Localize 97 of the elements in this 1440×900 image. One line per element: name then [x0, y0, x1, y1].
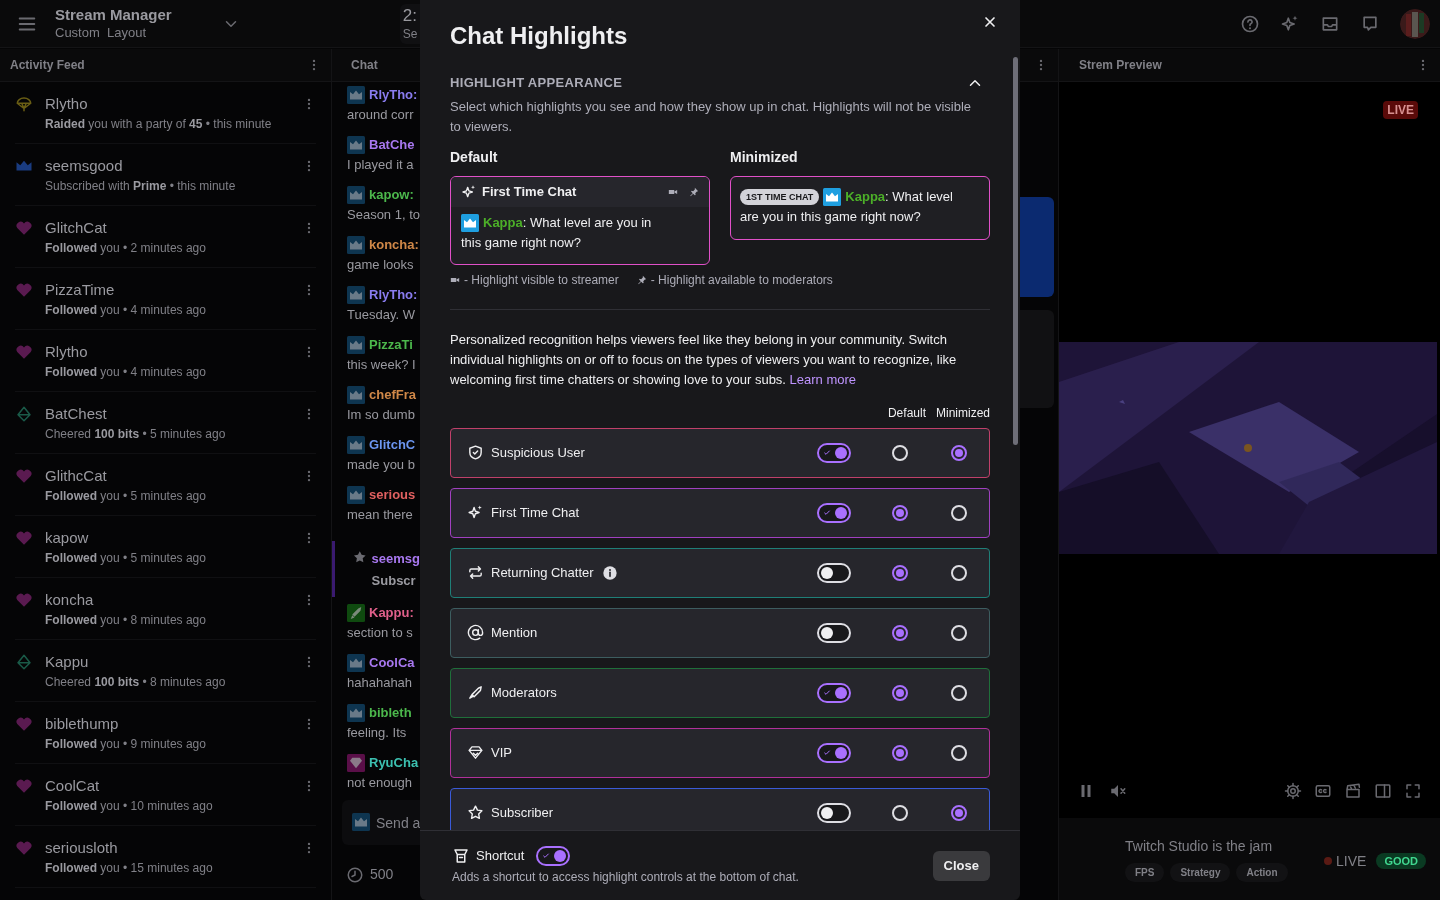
chat-message: made you b [347, 456, 415, 474]
tag[interactable]: FPS [1125, 863, 1165, 882]
chat-username: serious [369, 486, 416, 504]
chat-username: RlyTho: [369, 286, 418, 304]
preview-label: Default [450, 147, 498, 167]
highlight-label: Subscriber [491, 803, 554, 822]
legend-text: - Highlight available to moderators [650, 271, 833, 289]
app-title: Stream Manager [55, 6, 172, 25]
activity-detail: Followed you • 2 minutes ago [45, 240, 206, 257]
highlight-label: Mention [491, 623, 538, 642]
chat-message: : What level are you in [522, 213, 652, 232]
chat-username: chefFra [369, 386, 416, 404]
username: kapow [45, 528, 89, 548]
chat-message: are you in this game right now? [740, 207, 921, 226]
chat-username: Kappa [483, 213, 523, 232]
first-time-chat-tag: 1ST TIME CHAT [740, 188, 820, 205]
chat-username: BatChe [369, 136, 415, 154]
close-button[interactable]: Close [932, 850, 990, 881]
chat-username: Kappu: [369, 604, 414, 622]
chat-username: bibleth [369, 704, 412, 722]
section-description: Select which highlights you see and how they show up in chat. Highlights will not be visible to viewers. [450, 97, 972, 136]
legend-text: - Highlight visible to streamer [464, 271, 619, 289]
username: BatChest [45, 404, 107, 424]
chat-message: not enough [347, 774, 413, 792]
activity-detail: Followed you • 5 minutes ago [45, 550, 206, 567]
highlight-label: VIP [491, 743, 512, 762]
activity-detail: Followed you • 9 minutes ago [45, 736, 206, 753]
username: PizzaTime [45, 280, 115, 300]
activity-detail: Followed you • 8 minutes ago [45, 612, 206, 629]
chat-username: kapow: [369, 186, 414, 204]
activity-detail: Followed you • 15 minutes ago [45, 860, 213, 877]
username: koncha [45, 590, 94, 610]
chat-message: feeling. Its [347, 724, 407, 742]
chat-username: PizzaTi [369, 336, 413, 354]
chat-message: Season 1, to [347, 206, 420, 224]
chat-message: hahahahah [347, 674, 413, 692]
highlight-label: Returning Chatter [491, 563, 594, 582]
activity-detail: Followed you • 10 minutes ago [45, 798, 213, 815]
highlight-label: First Time Chat [491, 503, 580, 522]
chat-username: RlyTho: [369, 86, 418, 104]
column-header: Minimized [936, 404, 990, 422]
chat-username: koncha: [369, 236, 419, 254]
stat-value: 2: [402, 5, 418, 27]
username: biblethump [45, 714, 119, 734]
activity-detail: Raided you with a party of 45 • this minute [45, 116, 272, 133]
activity-detail: Followed you • 5 minutes ago [45, 488, 206, 505]
column-header: Default [887, 404, 926, 422]
activity-detail: Followed you • 4 minutes ago [45, 364, 206, 381]
chat-message: section to s [347, 624, 413, 642]
activity-detail: Cheered 100 bits • 5 minutes ago [45, 426, 226, 443]
preview-label: Minimized [730, 147, 798, 167]
shortcut-label: Shortcut [476, 846, 525, 865]
chat-username: RyuCha [369, 754, 419, 772]
points-count: 500 [370, 865, 394, 884]
chat-message: this game right now? [461, 233, 581, 252]
highlight-label: Moderators [491, 683, 557, 702]
layout-name: Custom Layout [55, 24, 148, 41]
learn-more-link[interactable]: Learn more [789, 371, 857, 387]
username: GlitchCat [45, 218, 107, 238]
username: seriousloth [45, 838, 118, 858]
chat-message: this week? I [347, 356, 416, 374]
health-badge: GOOD [1376, 852, 1426, 870]
highlight-label: Suspicious User [491, 443, 585, 462]
chat-message: I played it a [347, 156, 414, 174]
section-heading: HIGHLIGHT APPEARANCE [450, 74, 623, 92]
intro-paragraph: Personalized recognition helps viewers feel like they belong in your community. Switch individual highlights on or off to focus on the types of viewers you want to recognize, like welcoming first time chatters or showing love to your subs. Learn more [450, 330, 958, 389]
panel-title: Chat [351, 57, 378, 74]
chat-message: : What level [885, 187, 953, 206]
tag[interactable]: Strategy [1170, 863, 1231, 882]
username: CoolCat [45, 776, 100, 796]
panel-title: Strem Preview [1079, 57, 1162, 74]
tag[interactable]: Action [1236, 863, 1288, 882]
activity-detail: Cheered 100 bits • 8 minutes ago [45, 674, 226, 691]
chat-message: Tuesday. W [347, 306, 415, 324]
username: seemsgood [45, 156, 123, 176]
stream-title: Twitch Studio is the jam [1125, 837, 1273, 856]
username: Rlytho [45, 94, 88, 114]
activity-detail: Followed you • 4 minutes ago [45, 302, 206, 319]
username: GlithcCat [45, 466, 107, 486]
chat-message: Subscr [371, 572, 416, 590]
chat-username: GlitchC [369, 436, 416, 454]
activity-detail: Subscribed with Prime • this minute [45, 178, 236, 195]
username: Rlytho [45, 342, 88, 362]
chat-message: mean there [347, 506, 413, 524]
stat-label: Se [402, 26, 419, 42]
chat-message: game looks [347, 256, 414, 274]
chat-username: CoolCa [369, 654, 415, 672]
dialog-title: Chat Highlights [450, 20, 628, 51]
chat-username: seemsg [371, 550, 420, 568]
live-status: LIVE [1336, 851, 1367, 871]
username: Kappu [45, 652, 89, 672]
highlight-title: First Time Chat [482, 182, 577, 201]
panel-title: Activity Feed [10, 57, 85, 74]
chat-message: around corr [347, 106, 414, 124]
live-badge: LIVE [1383, 101, 1418, 119]
shortcut-description: Adds a shortcut to access highlight controls at the bottom of chat. [452, 868, 799, 886]
chat-message: Im so dumb [347, 406, 415, 424]
